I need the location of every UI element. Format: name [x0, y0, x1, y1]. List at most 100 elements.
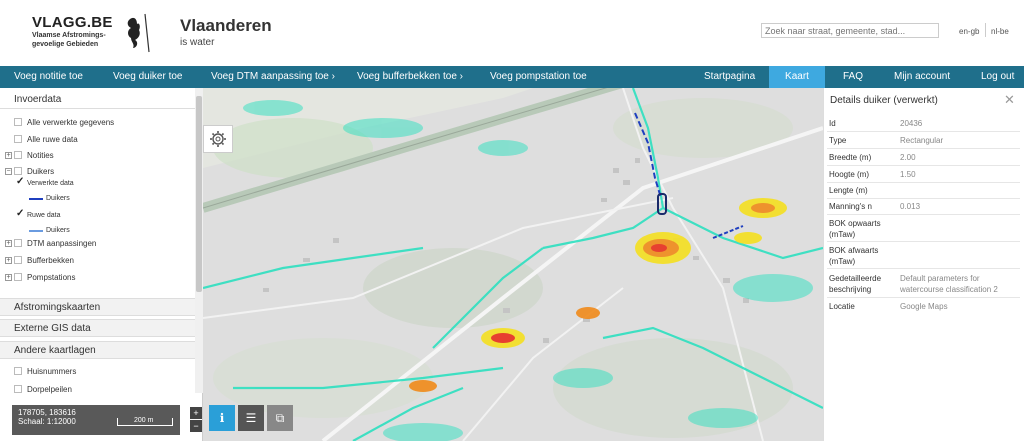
- checkbox-notities[interactable]: [14, 151, 22, 159]
- detail-label-bok-afwaarts: BOK afwaarts (mTaw): [829, 246, 879, 266]
- google-maps-link[interactable]: Google Maps: [900, 301, 948, 312]
- detail-label-beschrijving: Gedetailleerde beschrijving: [829, 274, 882, 294]
- map-rendering: [203, 88, 823, 441]
- checkbox-all-raw[interactable]: [14, 135, 22, 143]
- label-dorpelpeilen: Dorpelpeilen: [27, 385, 72, 394]
- zoom-in-button[interactable]: +: [190, 407, 202, 419]
- expand-pumpstations-icon[interactable]: +: [5, 274, 12, 281]
- raw-culvert-line-icon: [29, 230, 43, 232]
- detail-value-id: 20436: [900, 119, 923, 128]
- label-duikers: Duikers: [27, 167, 55, 176]
- nav-add-culvert[interactable]: Voeg duiker toe: [113, 66, 183, 88]
- detail-label-bok-opwaarts: BOK opwaarts (mTaw): [829, 219, 881, 239]
- nav-add-dtm[interactable]: Voeg DTM aanpassing toe ›: [211, 66, 335, 88]
- layers-icon: ⧉: [275, 411, 285, 425]
- label-all-processed: Alle verwerkte gegevens: [27, 118, 115, 127]
- app-header: VLAGG.BE Vlaamse Afstromings- gevoelige …: [0, 0, 1024, 66]
- detail-divider: [827, 268, 1020, 269]
- detail-divider: [827, 241, 1020, 242]
- collapse-duikers-icon[interactable]: −: [5, 168, 12, 175]
- coordinates-text: 178705, 183616: [18, 408, 76, 417]
- expand-buffer-icon[interactable]: +: [5, 257, 12, 264]
- vlaanderen-logo[interactable]: Vlaanderen is water: [180, 16, 272, 48]
- vlaanderen-title: Vlaanderen: [180, 16, 272, 35]
- search-input[interactable]: [761, 23, 939, 38]
- section-invoerdata[interactable]: Invoerdata: [0, 91, 195, 109]
- vlaanderen-tagline: is water: [180, 37, 215, 48]
- info-icon: ℹ: [219, 411, 225, 425]
- section-afstromingskaarten[interactable]: Afstromingskaarten: [0, 298, 195, 316]
- label-ruwe-data: Ruwe data: [27, 212, 61, 219]
- checkbox-pumpstations[interactable]: [14, 273, 22, 281]
- detail-value-breedte: 2.00: [900, 153, 916, 162]
- label-bufferbekken: Bufferbekken: [27, 256, 74, 265]
- vlagg-logo[interactable]: VLAGG.BE Vlaamse Afstromings- gevoelige …: [32, 14, 113, 49]
- vlagg-title: VLAGG.BE: [32, 14, 113, 31]
- detail-divider: [827, 214, 1020, 215]
- info-button[interactable]: ℹ: [209, 405, 235, 431]
- detail-divider: [827, 297, 1020, 298]
- label-verwerkte-data: Verwerkte data: [27, 180, 74, 187]
- nav-home[interactable]: Startpagina: [704, 66, 755, 88]
- checkbox-duikers[interactable]: [14, 167, 22, 175]
- layers-button[interactable]: ⧉: [267, 405, 293, 431]
- detail-divider: [827, 198, 1020, 199]
- nav-add-pumpstation[interactable]: Voeg pompstation toe: [490, 66, 587, 88]
- zoom-out-button[interactable]: −: [190, 420, 202, 432]
- label-all-raw: Alle ruwe data: [27, 135, 78, 144]
- detail-value-manning: 0.013: [900, 202, 921, 211]
- gear-icon: [210, 131, 226, 147]
- map-canvas[interactable]: [203, 88, 823, 441]
- detail-value-hoogte: 1.50: [900, 170, 916, 179]
- list-button[interactable]: ☰: [238, 405, 264, 431]
- expand-notities-icon[interactable]: +: [5, 152, 12, 159]
- detail-value-type: Rectangular: [900, 136, 944, 145]
- checkbox-buffer[interactable]: [14, 256, 22, 264]
- vlagg-subtitle-1: Vlaamse Afstromings-: [32, 32, 106, 39]
- label-duikers-legend-1: Duikers: [46, 195, 70, 202]
- detail-label-lengte: Lengte (m): [829, 186, 868, 195]
- detail-label-locatie: Locatie: [829, 302, 855, 311]
- label-pompstations: Pompstations: [27, 273, 76, 282]
- details-title: Details duiker (verwerkt): [830, 95, 938, 106]
- section-externe-gis[interactable]: Externe GIS data: [0, 319, 195, 337]
- close-icon[interactable]: ✕: [1004, 92, 1015, 108]
- nav-faq[interactable]: FAQ: [843, 66, 863, 88]
- label-huisnummers: Huisnummers: [27, 367, 77, 376]
- list-icon: ☰: [245, 411, 257, 425]
- lang-nl-link[interactable]: nl-be: [991, 27, 1009, 36]
- section-andere-kaartlagen[interactable]: Andere kaartlagen: [0, 341, 195, 359]
- detail-divider: [827, 182, 1020, 183]
- label-duikers-legend-2: Duikers: [46, 227, 70, 234]
- checkbox-dorpelpeilen[interactable]: [14, 385, 22, 393]
- checkbox-all-processed[interactable]: [14, 118, 22, 126]
- detail-label-hoogte: Hoogte (m): [829, 170, 870, 179]
- flemish-lion-icon: [127, 13, 150, 53]
- check-raw-icon[interactable]: ✓: [16, 208, 24, 219]
- vlagg-subtitle-2: gevoelige Gebieden: [32, 41, 99, 48]
- main-nav: Voeg notitie toe Voeg duiker toe Voeg DT…: [0, 66, 1024, 88]
- detail-label-id: Id: [829, 119, 836, 128]
- expand-dtm-icon[interactable]: +: [5, 240, 12, 247]
- checkbox-huisnummers[interactable]: [14, 367, 22, 375]
- checkbox-dtm[interactable]: [14, 239, 22, 247]
- nav-logout[interactable]: Log out: [981, 66, 1014, 88]
- detail-divider: [827, 148, 1020, 149]
- scalebar-label: 200 m: [134, 417, 154, 424]
- detail-value-beschrijving: Default parameters for watercourse class…: [900, 274, 998, 294]
- nav-account[interactable]: Mijn account: [894, 66, 950, 88]
- label-notities: Notities: [27, 151, 54, 160]
- label-dtm: DTM aanpassingen: [27, 239, 97, 248]
- detail-divider: [827, 131, 1020, 132]
- detail-label-type: Type: [829, 136, 847, 145]
- lang-en-link[interactable]: en-gb: [959, 27, 979, 36]
- detail-divider: [827, 165, 1020, 166]
- nav-add-note[interactable]: Voeg notitie toe: [14, 66, 83, 88]
- sidebar-scroll-thumb[interactable]: [196, 96, 202, 292]
- nav-map[interactable]: Kaart: [769, 66, 825, 88]
- check-processed-icon[interactable]: ✓: [16, 176, 24, 187]
- detail-label-manning: Manning's n: [829, 202, 872, 211]
- nav-add-buffer[interactable]: Voeg bufferbekken toe ›: [357, 66, 463, 88]
- settings-button[interactable]: [203, 125, 233, 153]
- detail-label-breedte: Breedte (m): [829, 153, 872, 162]
